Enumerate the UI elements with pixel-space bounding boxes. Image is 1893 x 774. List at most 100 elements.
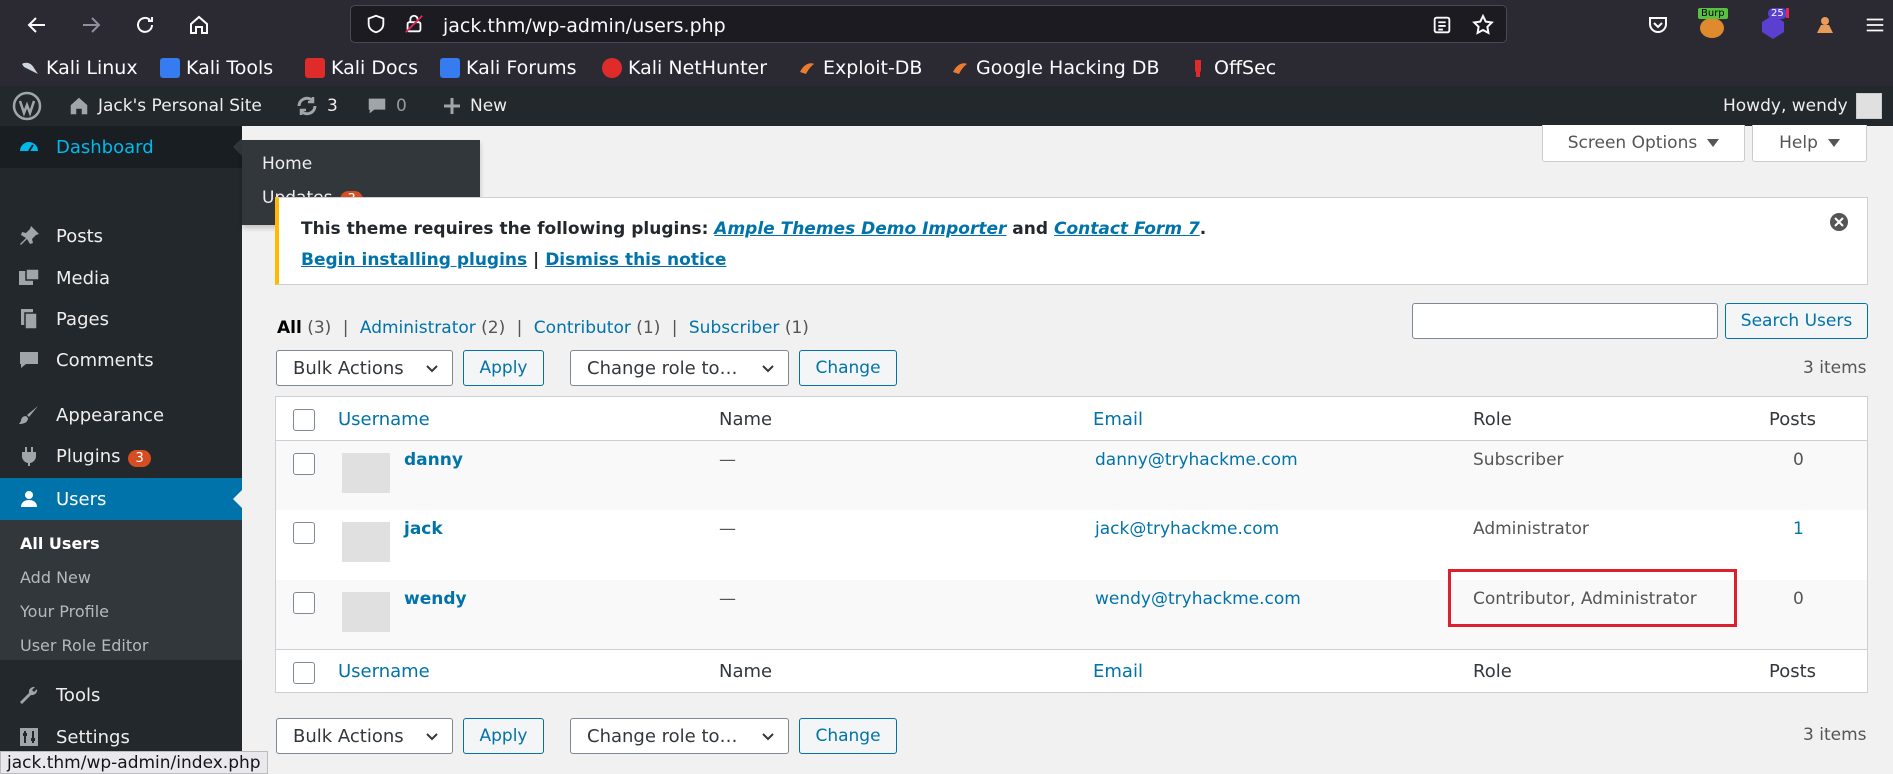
pocket-icon[interactable] [1645,12,1671,38]
username-link[interactable]: danny [404,450,463,470]
begin-installing-link[interactable]: Begin installing plugins [301,250,527,270]
kali-dragon-icon [20,58,40,78]
avatar [342,453,390,493]
bookmark-kali-forums[interactable]: Kali Forums [440,56,577,80]
menu-pages[interactable]: Pages [0,298,242,340]
hamburger-menu-icon[interactable] [1862,12,1888,38]
name-cell: — [719,589,736,609]
filter-separator: | [342,318,349,338]
site-name-link[interactable]: Jack's Personal Site [68,86,262,126]
kali-forums-icon [440,58,460,78]
search-users-button[interactable]: Search Users [1725,303,1868,339]
column-footer-username[interactable]: Username [338,661,430,682]
apply-button-top[interactable]: Apply [463,350,544,386]
plugins-label: Plugins [56,445,121,467]
help-button[interactable]: Help [1752,125,1867,162]
submenu-all-users[interactable]: All Users [20,534,100,553]
user-search-input[interactable] [1412,303,1718,339]
bookmark-kali-linux[interactable]: Kali Linux [20,56,138,80]
menu-tools[interactable]: Tools [0,674,242,716]
posts-count-link[interactable]: 1 [1793,519,1804,539]
username-link[interactable]: jack [404,519,443,539]
email-link[interactable]: wendy@tryhackme.com [1095,589,1301,609]
reader-view-icon[interactable] [1431,14,1453,36]
close-icon[interactable] [1829,212,1849,232]
url-bar[interactable]: jack.thm/wp-admin/users.php [350,5,1507,43]
select-all-checkbox-bottom[interactable] [293,662,315,684]
updates-link[interactable]: 3 [295,86,338,126]
home-icon[interactable] [186,12,212,38]
back-arrow-icon[interactable] [24,12,50,38]
username-link[interactable]: wendy [404,589,467,609]
table-row: danny — danny@tryhackme.com Subscriber 0 [276,441,1867,510]
row-checkbox[interactable] [293,453,315,475]
filter-subscriber[interactable]: Subscriber [689,318,780,338]
email-link[interactable]: danny@tryhackme.com [1095,450,1298,470]
submenu-add-new[interactable]: Add New [20,568,91,587]
submenu-your-profile[interactable]: Your Profile [20,602,109,621]
bookmark-kali-tools[interactable]: Kali Tools [160,56,273,80]
menu-users[interactable]: Users [0,478,242,520]
shield-icon[interactable] [365,13,387,35]
plus-icon [442,96,462,116]
bookmark-star-icon[interactable] [1471,13,1495,37]
bookmark-label: Kali NetHunter [628,57,768,79]
bulk-actions-value: Bulk Actions [293,357,404,379]
column-header-name[interactable]: Name [719,409,772,430]
bookmark-offsec[interactable]: OffSec [1188,56,1276,80]
flyout-home[interactable]: Home [262,154,312,174]
apply-button-bottom[interactable]: Apply [463,718,544,754]
insecure-lock-icon[interactable] [403,13,425,35]
extension-icon[interactable]: 25 [1758,8,1790,40]
menu-posts[interactable]: Posts [0,215,242,257]
bookmark-label: OffSec [1214,57,1277,79]
url-text[interactable]: jack.thm/wp-admin/users.php [443,15,726,37]
change-role-select-top[interactable]: Change role to… [570,350,789,386]
column-header-email[interactable]: Email [1093,409,1143,430]
row-checkbox[interactable] [293,592,315,614]
plugin-link-ample[interactable]: Ample Themes Demo Importer [714,219,1006,239]
bookmark-kali-nethunter[interactable]: Kali NetHunter [602,56,767,80]
reload-icon[interactable] [132,12,158,38]
table-header-row: Username Name Email Role Posts [276,397,1867,441]
bookmark-google-hacking-db[interactable]: Google Hacking DB [950,56,1160,80]
menu-label: Media [56,267,111,289]
change-button-bottom[interactable]: Change [799,718,897,754]
filter-all[interactable]: All [277,318,302,338]
comments-link[interactable]: 0 [366,86,407,126]
filter-separator: | [671,318,678,338]
menu-dashboard[interactable]: Dashboard [0,126,242,168]
bookmark-kali-docs[interactable]: Kali Docs [305,56,418,80]
exploit-db-icon [797,58,817,78]
filter-contributor[interactable]: Contributor [534,318,631,338]
menu-plugins[interactable]: Plugins 3 [0,435,242,477]
plugin-link-cf7[interactable]: Contact Form 7 [1054,219,1200,239]
change-label: Change [815,726,881,746]
change-role-select-bottom[interactable]: Change role to… [570,718,789,754]
screen-options-button[interactable]: Screen Options [1542,125,1745,162]
column-footer-name[interactable]: Name [719,661,772,682]
email-link[interactable]: jack@tryhackme.com [1095,519,1279,539]
menu-comments[interactable]: Comments [0,339,242,381]
dismiss-notice-link[interactable]: Dismiss this notice [545,250,726,270]
row-checkbox[interactable] [293,522,315,544]
forward-arrow-icon[interactable] [78,12,104,38]
burp-extension-icon[interactable]: Burp [1698,8,1728,38]
wappalyzer-icon[interactable] [1812,12,1838,38]
select-all-checkbox[interactable] [293,409,315,431]
bulk-actions-select-top[interactable]: Bulk Actions [276,350,453,386]
column-footer-email[interactable]: Email [1093,661,1143,682]
change-button-top[interactable]: Change [799,350,897,386]
wordpress-logo-icon[interactable] [12,86,42,126]
bookmark-exploit-db[interactable]: Exploit-DB [797,56,922,80]
column-header-username[interactable]: Username [338,409,430,430]
avatar [342,522,390,562]
menu-appearance[interactable]: Appearance [0,394,242,436]
bulk-actions-select-bottom[interactable]: Bulk Actions [276,718,453,754]
menu-media[interactable]: Media [0,257,242,299]
dashboard-icon [16,134,42,160]
submenu-user-role-editor[interactable]: User Role Editor [20,636,148,655]
my-account-link[interactable]: Howdy, wendy [1723,86,1882,126]
new-content-link[interactable]: New [442,86,507,126]
filter-administrator[interactable]: Administrator [360,318,476,338]
